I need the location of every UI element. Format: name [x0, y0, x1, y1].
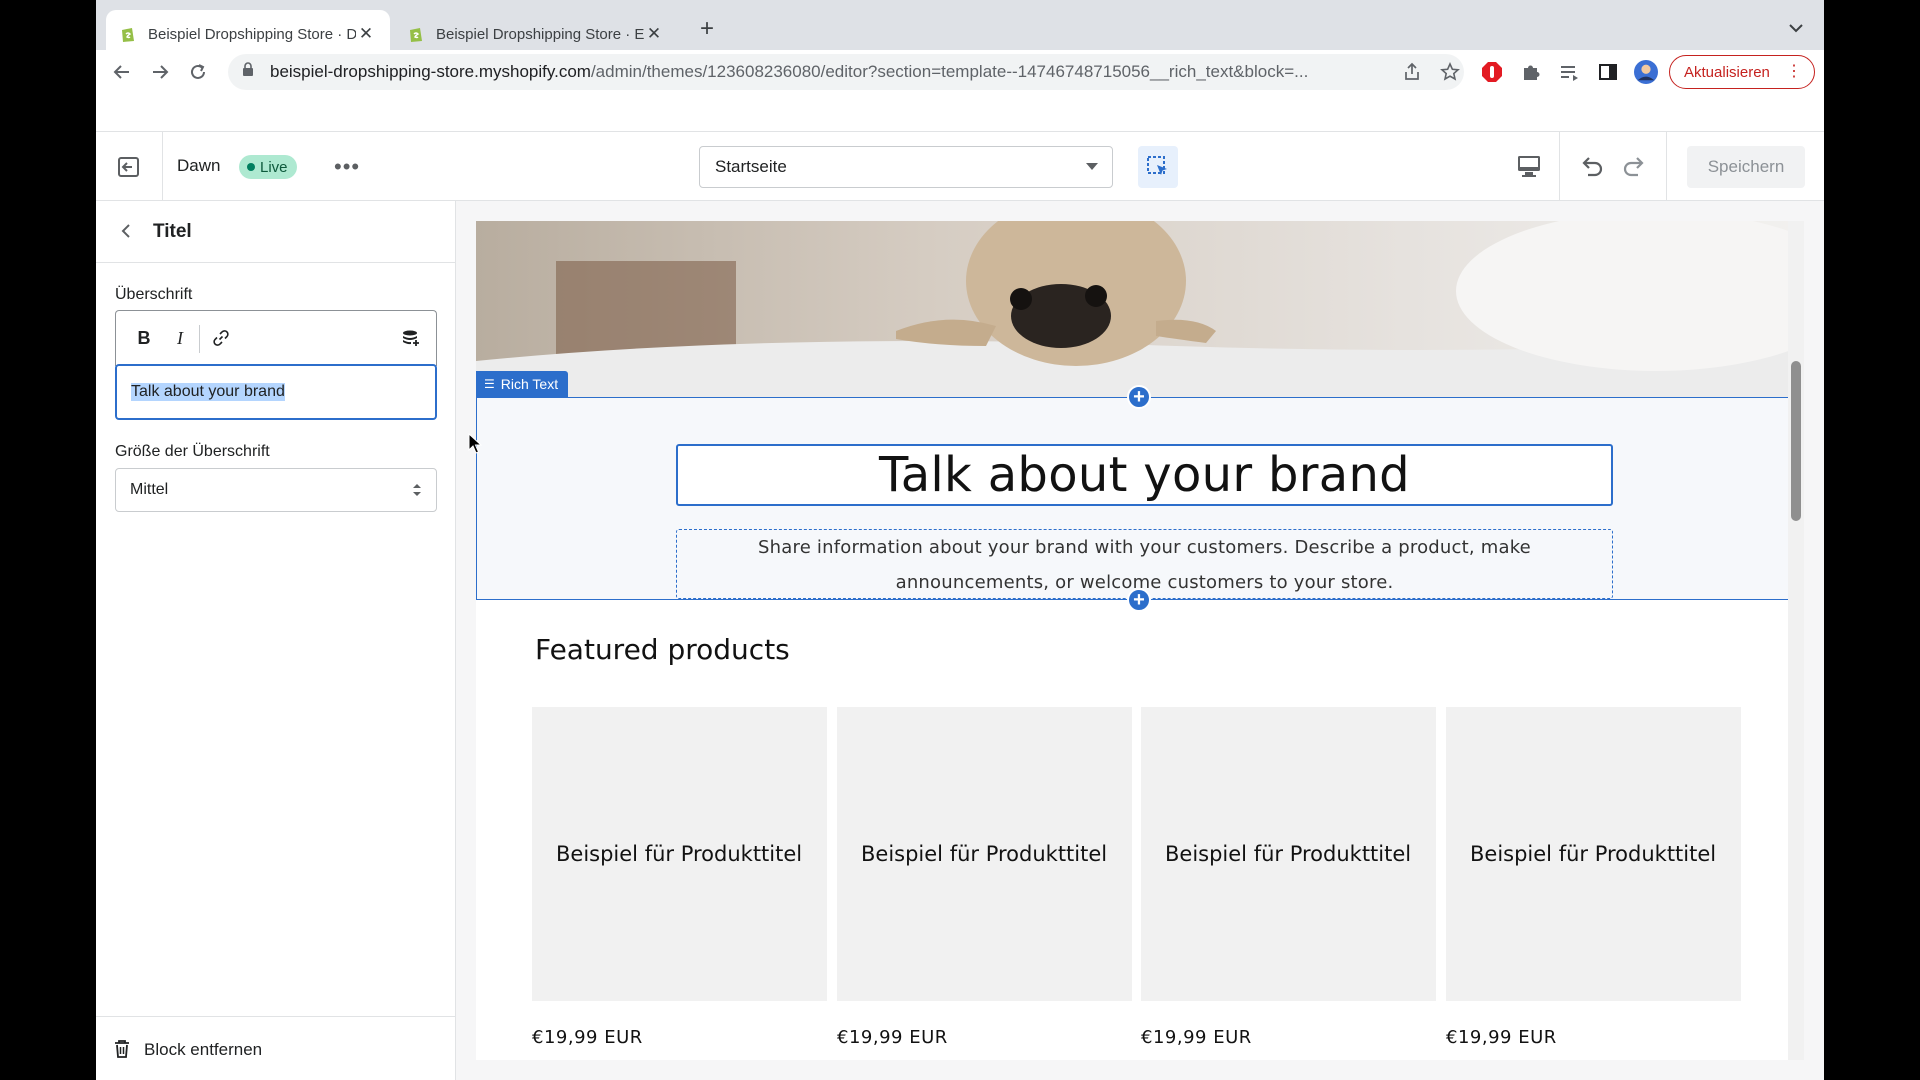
bookmark-star-icon[interactable]: [1440, 62, 1460, 82]
sidebar-title: Titel: [153, 221, 192, 242]
page-template-select[interactable]: Startseite: [699, 146, 1113, 188]
live-status-badge: Live: [239, 155, 297, 179]
dynamic-source-icon[interactable]: [398, 325, 424, 351]
section-tag-label: Rich Text: [500, 376, 559, 392]
heading-richtext-editor: B I Talk about your brand: [115, 310, 437, 422]
update-label: Aktualisieren: [1684, 63, 1770, 81]
share-icon[interactable]: [1402, 62, 1422, 82]
tab-title: Beispiel Dropshipping Store · D: [148, 25, 356, 43]
adblock-extension-icon[interactable]: [1480, 60, 1504, 84]
page-select-value: Startseite: [715, 157, 787, 176]
profile-avatar[interactable]: [1634, 60, 1658, 84]
save-button[interactable]: Speichern: [1687, 146, 1805, 188]
toolbar-divider: [199, 325, 200, 353]
product-title[interactable]: Beispiel für Produkttitel: [1141, 707, 1436, 1001]
remove-block-button[interactable]: Block entfernen: [144, 1040, 262, 1060]
shopify-favicon-icon: [408, 25, 424, 43]
shopify-favicon-icon: [120, 25, 136, 43]
bold-icon[interactable]: B: [131, 325, 157, 351]
url-path: /admin/themes/123608236080/editor?sectio…: [590, 62, 1309, 81]
section-list-icon: ☰: [484, 377, 495, 391]
product-price: €19,99 EUR: [1446, 1027, 1557, 1048]
side-panel-icon[interactable]: [1596, 60, 1620, 84]
reading-list-icon[interactable]: [1557, 60, 1581, 84]
sidebar-footer: Block entfernen: [96, 1016, 455, 1080]
settings-sidebar: Titel Überschrift B I Talk about your br…: [96, 201, 456, 1080]
heading-size-select[interactable]: Mittel: [115, 468, 437, 512]
reload-icon[interactable]: [184, 58, 212, 86]
link-icon[interactable]: [208, 325, 234, 351]
header-divider: [1559, 132, 1560, 202]
caret-down-icon: [1086, 163, 1098, 170]
product-title[interactable]: Beispiel für Produkttitel: [1446, 707, 1741, 1001]
exit-editor-icon[interactable]: [116, 154, 142, 180]
add-section-plus-icon[interactable]: +: [1127, 588, 1151, 612]
undo-icon[interactable]: [1577, 152, 1607, 182]
product-card[interactable]: Beispiel für Produkttitel €19,99 EUR: [1141, 707, 1436, 1048]
menu-dots-icon[interactable]: ⋮: [1786, 62, 1802, 82]
desktop-preview-icon[interactable]: [1515, 152, 1545, 182]
close-tab-icon[interactable]: ✕: [644, 24, 664, 44]
lock-icon: [242, 62, 256, 82]
chevron-down-icon[interactable]: [1784, 16, 1808, 40]
theme-name: Dawn: [177, 156, 221, 175]
product-card[interactable]: Beispiel für Produkttitel €19,99 EUR: [532, 707, 827, 1048]
product-price: €19,99 EUR: [1141, 1027, 1252, 1048]
header-divider: [1666, 132, 1667, 202]
trash-icon[interactable]: [113, 1039, 131, 1059]
close-tab-icon[interactable]: ✕: [356, 24, 376, 44]
back-chevron-icon[interactable]: [116, 221, 136, 241]
preview-scrollbar[interactable]: [1788, 221, 1804, 1060]
back-arrow-icon[interactable]: [108, 58, 136, 86]
product-card[interactable]: Beispiel für Produkttitel €19,99 EUR: [837, 707, 1132, 1048]
address-bar[interactable]: beispiel-dropshipping-store.myshopify.co…: [228, 54, 1464, 90]
heading-size-value: Mittel: [130, 481, 169, 498]
italic-icon[interactable]: I: [167, 325, 193, 351]
mouse-cursor-icon: [468, 432, 483, 455]
product-price: €19,99 EUR: [837, 1027, 948, 1048]
select-arrows-icon: [412, 481, 422, 504]
add-section-plus-icon[interactable]: +: [1127, 385, 1151, 409]
heading-input-text: Talk about your brand: [131, 383, 285, 401]
product-price: €19,99 EUR: [532, 1027, 643, 1048]
pug-banner-image: [476, 221, 1804, 397]
browser-window: Beispiel Dropshipping Store · D ✕ Beispi…: [96, 0, 1824, 1080]
redo-icon[interactable]: [1621, 152, 1651, 182]
richtext-toolbar: B I: [115, 310, 437, 366]
rich-text-section[interactable]: Talk about your brand Share information …: [476, 397, 1804, 600]
more-actions-icon[interactable]: •••: [334, 154, 360, 180]
header-divider: [162, 132, 163, 202]
inspector-toggle-button[interactable]: [1138, 146, 1178, 188]
heading-field-label: Überschrift: [115, 286, 193, 303]
storefront-preview: Talk about your brand Share information …: [476, 221, 1804, 1060]
new-tab-icon[interactable]: +: [692, 14, 722, 44]
live-label: Live: [260, 158, 288, 176]
section-tag: ☰ Rich Text: [476, 371, 569, 397]
forward-arrow-icon[interactable]: [146, 58, 174, 86]
heading-size-label: Größe der Überschrift: [115, 443, 270, 460]
extensions-puzzle-icon[interactable]: [1519, 60, 1543, 84]
product-card[interactable]: Beispiel für Produkttitel €19,99 EUR: [1446, 707, 1741, 1048]
editor-header: Dawn Live ••• Startseite Speichern: [96, 131, 1824, 202]
tab-title: Beispiel Dropshipping Store · E: [436, 25, 644, 43]
scrollbar-thumb[interactable]: [1791, 361, 1801, 521]
product-title[interactable]: Beispiel für Produkttitel: [837, 707, 1132, 1001]
rich-text-heading[interactable]: Talk about your brand: [676, 444, 1613, 506]
product-title[interactable]: Beispiel für Produkttitel: [532, 707, 827, 1001]
sidebar-header: Titel: [96, 201, 455, 263]
update-browser-button[interactable]: Aktualisieren ⋮: [1669, 55, 1815, 89]
live-dot-icon: [247, 163, 255, 171]
select-cursor-icon: [1147, 156, 1167, 175]
featured-products-title: Featured products: [535, 633, 790, 666]
heading-input[interactable]: Talk about your brand: [115, 364, 437, 420]
url-host: beispiel-dropshipping-store.myshopify.co…: [270, 62, 591, 81]
